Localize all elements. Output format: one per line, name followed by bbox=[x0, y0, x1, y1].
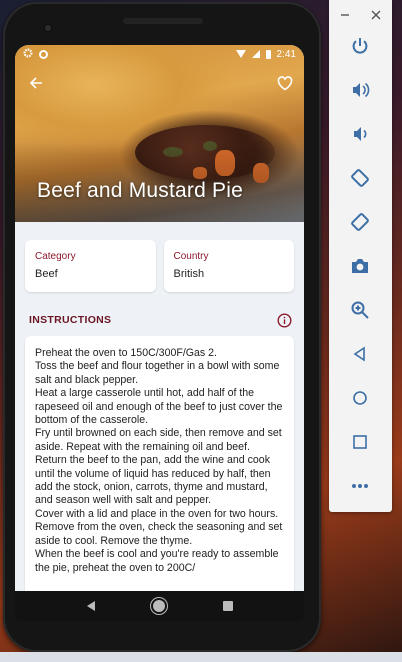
nav-back-icon[interactable] bbox=[86, 601, 95, 611]
info-icon[interactable] bbox=[277, 312, 292, 328]
category-label: Category bbox=[35, 251, 76, 262]
gear-icon bbox=[23, 47, 33, 61]
power-icon[interactable] bbox=[348, 34, 372, 58]
country-label: Country bbox=[173, 251, 209, 262]
favorite-button[interactable] bbox=[274, 72, 296, 94]
desktop-taskbar bbox=[0, 652, 402, 662]
status-time: 2:41 bbox=[276, 48, 296, 60]
circle-icon bbox=[39, 49, 48, 59]
country-value: British bbox=[173, 268, 205, 280]
country-card: Country British bbox=[163, 240, 294, 292]
instructions-header: INSTRUCTIONS bbox=[29, 310, 292, 330]
volume-up-icon[interactable] bbox=[348, 78, 372, 102]
rotate-right-icon[interactable] bbox=[348, 210, 372, 234]
instructions-text: Preheat the oven to 150C/300F/Gas 2. Tos… bbox=[25, 336, 294, 620]
more-icon[interactable] bbox=[348, 474, 372, 498]
signal-icon bbox=[251, 50, 260, 58]
category-value: Beef bbox=[35, 268, 58, 280]
phone-speaker bbox=[123, 18, 203, 24]
recipe-title: Beef and Mustard Pie bbox=[37, 179, 243, 202]
nav-recents-icon[interactable] bbox=[222, 601, 233, 611]
overview-icon[interactable] bbox=[348, 430, 372, 454]
zoom-icon[interactable] bbox=[348, 298, 372, 322]
recipe-details: Category Beef Country British bbox=[25, 240, 294, 292]
status-bar: 2:41 bbox=[15, 45, 304, 63]
home-icon[interactable] bbox=[348, 386, 372, 410]
emulator-toolbar bbox=[329, 0, 392, 512]
wifi-icon bbox=[235, 50, 246, 58]
minimize-icon[interactable] bbox=[340, 8, 350, 23]
phone-camera bbox=[43, 23, 53, 33]
back-icon[interactable] bbox=[348, 342, 372, 366]
category-card: Category Beef bbox=[25, 240, 156, 292]
arrow-back-icon bbox=[29, 77, 42, 89]
battery-icon bbox=[265, 49, 271, 59]
instructions-heading: INSTRUCTIONS bbox=[29, 314, 112, 326]
nav-home-icon[interactable] bbox=[152, 600, 165, 612]
heart-outline-icon bbox=[277, 75, 293, 90]
android-nav-bar bbox=[15, 591, 304, 621]
close-icon[interactable] bbox=[371, 8, 381, 23]
back-button[interactable] bbox=[25, 72, 47, 94]
app-screen: 2:41 Beef and Mustard Pie Category Beef … bbox=[15, 45, 304, 620]
rotate-left-icon[interactable] bbox=[348, 166, 372, 190]
volume-down-icon[interactable] bbox=[348, 122, 372, 146]
camera-icon[interactable] bbox=[348, 254, 372, 278]
